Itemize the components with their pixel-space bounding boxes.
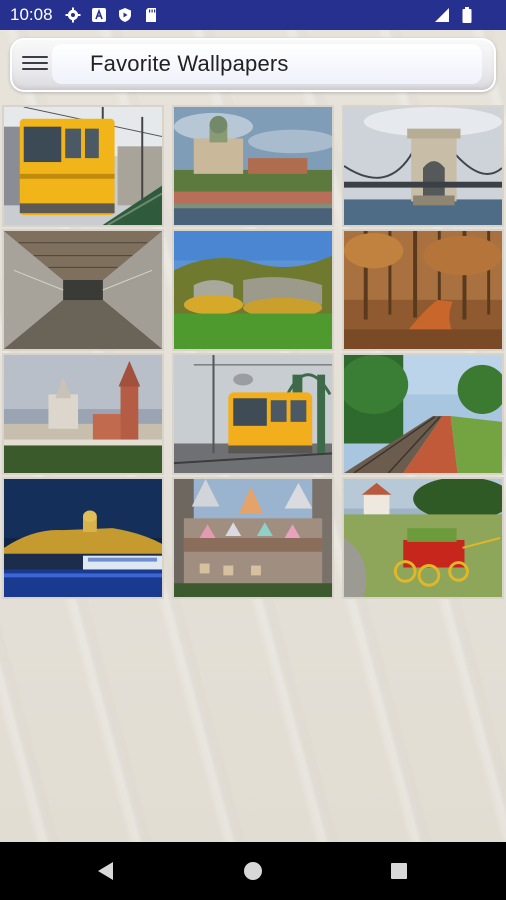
cell-signal-icon: [434, 7, 450, 23]
wallpaper-thumbnail-umbrella-lamps-street[interactable]: [172, 477, 334, 599]
status-time: 10:08: [10, 5, 53, 24]
gear-icon: [65, 7, 81, 23]
wallpaper-thumbnail-cart-garden[interactable]: [342, 477, 504, 599]
page-title: Favorite Wallpapers: [90, 51, 289, 76]
recents-square-icon[interactable]: [390, 862, 408, 880]
home-circle-icon[interactable]: [243, 861, 263, 881]
battery-icon: [462, 7, 472, 23]
wallpaper-grid: [2, 105, 504, 599]
wallpaper-thumbnail-autumn-hills[interactable]: [172, 229, 334, 351]
system-navigation-bar: [0, 842, 506, 900]
wallpaper-thumbnail-autumn-forest-path[interactable]: [342, 229, 504, 351]
wallpaper-thumbnail-railway-track[interactable]: [342, 353, 504, 475]
shield-play-icon: [117, 7, 133, 23]
sd-card-icon: [143, 7, 159, 23]
status-bar: 10:08: [0, 0, 506, 30]
wallpaper-thumbnail-city-churches[interactable]: [2, 353, 164, 475]
wallpaper-thumbnail-yellow-tram[interactable]: [2, 105, 164, 227]
wallpaper-thumbnail-tram-liberty-bridge[interactable]: [172, 353, 334, 475]
wallpaper-thumbnail-basilica-hill[interactable]: [172, 105, 334, 227]
wallpaper-thumbnail-tunnel-walkway[interactable]: [2, 229, 164, 351]
wallpaper-thumbnail-chain-bridge[interactable]: [342, 105, 504, 227]
a-icon: [91, 7, 107, 23]
hamburger-menu-icon[interactable]: [22, 52, 48, 76]
wallpaper-thumbnail-castle-night[interactable]: [2, 477, 164, 599]
status-left-icons: [65, 7, 159, 23]
back-triangle-icon[interactable]: [96, 861, 116, 881]
app-toolbar: Favorite Wallpapers: [10, 38, 496, 92]
status-right-icons: [434, 7, 472, 23]
